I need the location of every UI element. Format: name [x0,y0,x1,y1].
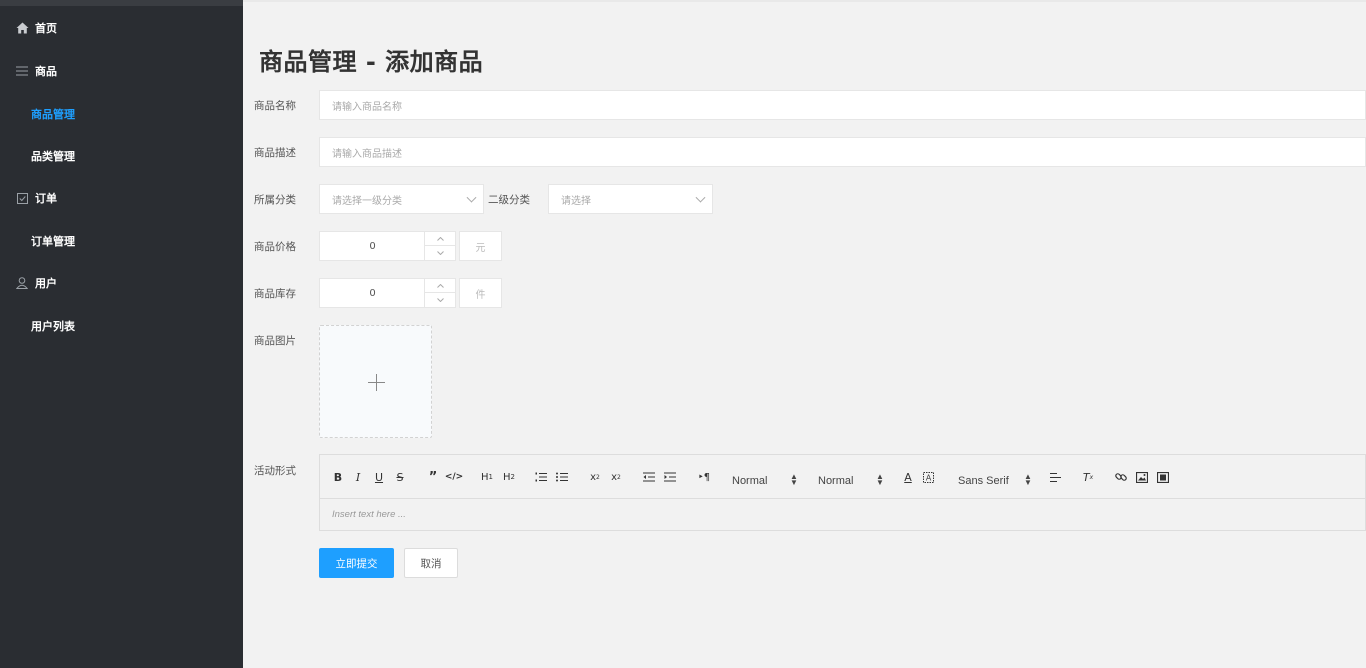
category-placeholder: 请选择一级分类 [332,195,402,207]
underline-icon[interactable]: U [373,469,385,485]
chevron-down-icon [695,192,706,203]
chevron-up-icon[interactable] [425,279,455,293]
text-color-icon[interactable]: A [901,469,915,485]
sidebar-item-user-list[interactable]: 用户列表 [0,309,243,343]
image-upload[interactable] [319,325,432,438]
updown-icon: ▲ ▼ [1024,472,1032,487]
size-select-value: Normal [818,475,854,487]
sidebar-item-product-management[interactable]: 商品管理 [0,97,243,131]
indent-icon[interactable] [663,469,677,485]
header1-icon[interactable]: H1 [479,469,495,485]
updown-icon: ▲ ▼ [790,472,798,487]
link-icon[interactable] [1114,469,1128,485]
chevron-down-icon[interactable] [425,293,455,307]
text-direction-icon[interactable]: ‣¶ [696,469,712,485]
video-icon[interactable] [1156,469,1170,485]
chevron-down-icon [466,192,477,203]
strike-icon[interactable]: S [394,469,406,485]
desc-placeholder: 请输入商品描述 [332,148,402,160]
sidebar-item-label: 用户列表 [31,320,75,333]
sidebar-item-orders[interactable]: 订单 [0,181,243,215]
category-label: 所属分类 [254,194,296,206]
user-icon [15,276,29,290]
image-icon[interactable] [1135,469,1149,485]
subcategory-select[interactable]: 请选择 [548,184,713,214]
size-select[interactable]: Normal ▲ ▼ [818,472,890,490]
price-label: 商品价格 [254,241,296,253]
plus-icon-vertical [376,374,377,391]
ordered-list-icon[interactable] [534,469,548,485]
name-label: 商品名称 [254,100,296,112]
checkbox-icon [15,191,29,205]
sidebar-item-label: 品类管理 [31,150,75,163]
font-select-value: Sans Serif [958,475,1009,487]
activity-label: 活动形式 [254,465,296,477]
sidebar: 首页 商品 商品管理 品类管理 订单 订单管理 用户 用户列表 [0,0,243,668]
chevron-up-icon[interactable] [425,232,455,246]
price-value[interactable]: 0 [320,232,425,260]
page-title: 商品管理 - 添加商品 [259,48,484,76]
svg-text:A: A [925,473,931,482]
background-color-icon[interactable]: A [921,469,935,485]
bullet-list-icon[interactable] [555,469,569,485]
outdent-icon[interactable] [642,469,656,485]
chevron-down-icon[interactable] [425,246,455,260]
stock-value[interactable]: 0 [320,279,425,307]
list-icon [15,64,29,78]
clear-format-icon[interactable]: Tx [1081,469,1095,485]
updown-icon: ▲ ▼ [876,472,884,487]
sidebar-item-products[interactable]: 商品 [0,54,243,88]
align-icon[interactable] [1048,469,1062,485]
subcategory-label: 二级分类 [488,194,530,206]
bold-icon[interactable]: B [332,469,344,485]
cancel-button[interactable]: 取消 [404,548,458,578]
category-select[interactable]: 请选择一级分类 [319,184,484,214]
header2-icon[interactable]: H2 [501,469,517,485]
sidebar-item-label: 商品 [35,65,57,78]
code-block-icon[interactable]: </> [445,469,463,485]
sidebar-item-label: 订单 [35,192,57,205]
editor-content-area[interactable]: Insert text here ... [332,509,406,520]
name-placeholder: 请输入商品名称 [332,101,402,113]
italic-icon[interactable]: I [352,469,364,485]
superscript-icon[interactable]: x2 [609,469,623,485]
editor-placeholder: Insert text here ... [332,509,406,520]
sidebar-item-users[interactable]: 用户 [0,266,243,300]
image-label: 商品图片 [254,335,296,347]
price-stepper[interactable]: 0 [319,231,456,261]
subcategory-placeholder: 请选择 [561,195,591,207]
stock-stepper-controls [424,279,455,307]
header-select[interactable]: Normal ▲ ▼ [732,472,804,490]
sidebar-item-order-management[interactable]: 订单管理 [0,224,243,258]
sidebar-item-category-management[interactable]: 品类管理 [0,139,243,173]
desc-label: 商品描述 [254,147,296,159]
header-select-value: Normal [732,475,768,487]
desc-input[interactable]: 请输入商品描述 [319,137,1366,167]
font-select[interactable]: Sans Serif ▲ ▼ [958,472,1042,490]
submit-button[interactable]: 立即提交 [319,548,394,578]
rich-text-editor: B I U S ” </> H1 H2 x2 x2 ‣¶ Normal ▲ ▼ N… [319,454,1366,531]
sidebar-item-home[interactable]: 首页 [0,11,243,45]
stock-unit: 件 [459,278,502,308]
blockquote-icon[interactable]: ” [426,469,440,485]
stock-stepper[interactable]: 0 [319,278,456,308]
price-stepper-controls [424,232,455,260]
subscript-icon[interactable]: x2 [588,469,602,485]
sidebar-item-label: 用户 [35,277,57,290]
sidebar-top-strip [0,0,243,6]
home-icon [15,21,29,35]
sidebar-item-label: 首页 [35,22,57,35]
sidebar-item-label: 订单管理 [31,235,75,248]
name-input[interactable]: 请输入商品名称 [319,90,1366,120]
sidebar-item-label: 商品管理 [31,108,75,121]
editor-toolbar: B I U S ” </> H1 H2 x2 x2 ‣¶ Normal ▲ ▼ N… [320,455,1365,499]
price-unit: 元 [459,231,502,261]
main-top-strip [243,0,1366,2]
stock-label: 商品库存 [254,288,296,300]
